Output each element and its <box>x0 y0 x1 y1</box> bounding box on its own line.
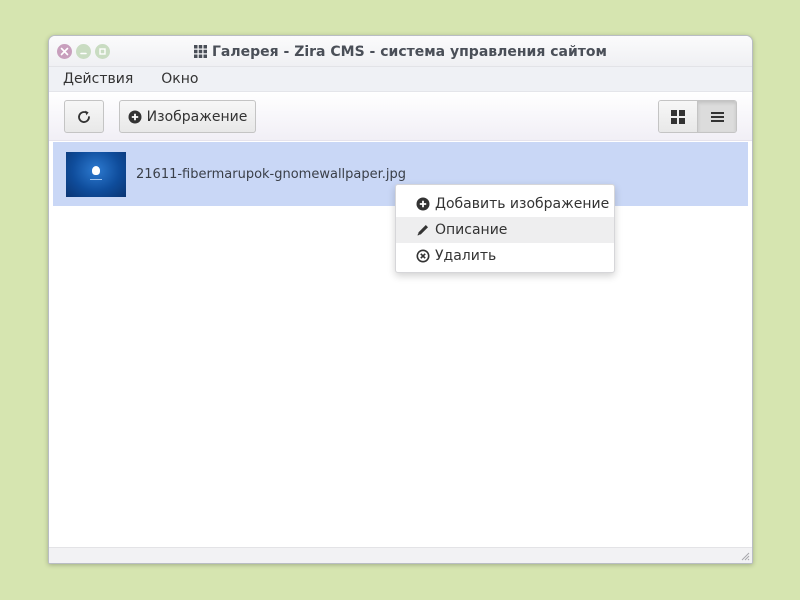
maximize-window-button[interactable] <box>95 44 110 59</box>
grid-view-icon <box>671 109 685 124</box>
file-name: 21611-fibermarupok-gnomewallpaper.jpg <box>136 166 407 182</box>
close-icon <box>60 47 69 56</box>
context-menu: Добавить изображение Описание Удалить <box>395 184 615 273</box>
menu-bar: Действия Окно <box>49 67 752 92</box>
menu-item-label: Удалить <box>435 248 497 264</box>
plus-circle-icon <box>128 110 142 123</box>
view-mode-group <box>658 100 737 133</box>
window-title: Галерея - Zira CMS - система управления … <box>212 43 607 60</box>
minimize-icon <box>80 52 87 55</box>
grid-icon <box>194 45 208 58</box>
image-thumbnail[interactable] <box>66 151 126 197</box>
title-bar[interactable]: Галерея - Zira CMS - система управления … <box>49 36 752 67</box>
list-view-button[interactable] <box>697 101 736 132</box>
app-window: Галерея - Zira CMS - система управления … <box>48 35 753 564</box>
menu-item-label: Описание <box>435 222 508 238</box>
maximize-icon <box>99 48 106 55</box>
toolbar: Изображение <box>49 92 752 141</box>
close-window-button[interactable] <box>57 44 72 59</box>
minimize-window-button[interactable] <box>76 44 91 59</box>
menu-item-description[interactable]: Описание <box>396 217 614 243</box>
status-bar <box>49 547 752 563</box>
x-circle-icon <box>416 249 430 263</box>
menu-item-add-image[interactable]: Добавить изображение <box>396 191 614 217</box>
list-view-icon <box>710 111 724 122</box>
menu-item-delete[interactable]: Удалить <box>396 243 614 269</box>
add-image-button[interactable]: Изображение <box>119 100 256 133</box>
pencil-icon <box>417 225 428 236</box>
plus-circle-icon <box>416 197 430 211</box>
resize-grip-icon[interactable] <box>740 551 750 561</box>
menu-window[interactable]: Окно <box>147 71 212 87</box>
menu-item-label: Добавить изображение <box>435 196 610 212</box>
gnome-logo-icon <box>92 165 100 175</box>
menu-actions[interactable]: Действия <box>49 71 147 87</box>
refresh-icon <box>78 110 90 123</box>
refresh-button[interactable] <box>64 100 104 133</box>
add-image-label: Изображение <box>146 108 248 125</box>
grid-view-button[interactable] <box>659 101 697 132</box>
